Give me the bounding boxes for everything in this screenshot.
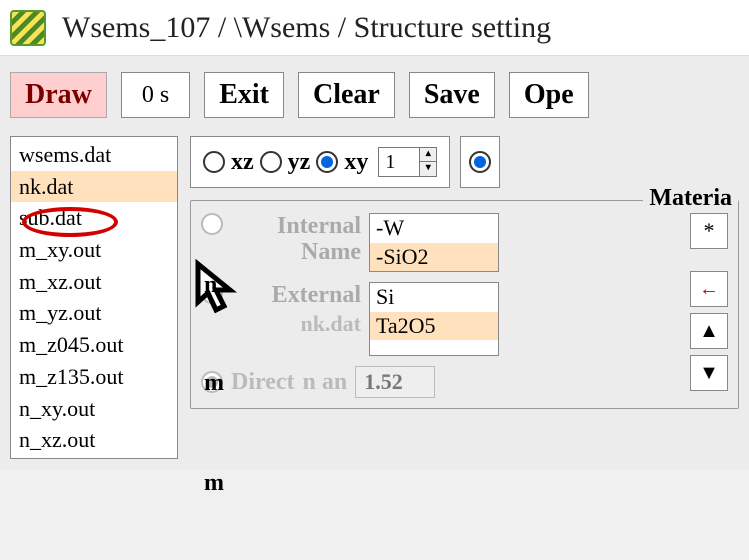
titlebar: Wsems_107 / \Wsems / Structure setting	[0, 0, 749, 56]
nkdat-label: nk.dat	[231, 311, 361, 337]
radio-internal[interactable]	[201, 213, 223, 235]
label-yz: yz	[288, 149, 311, 176]
side-char: n	[204, 272, 217, 299]
internal-list[interactable]: -W -SiO2	[369, 213, 499, 272]
layer-spinner[interactable]: ▴ ▾	[378, 147, 437, 177]
plane-selector: xz yz xy ▴ ▾	[190, 136, 450, 188]
material-groupbox: Materia Internal Name -W -SiO2	[190, 200, 739, 409]
radio-yz[interactable]	[260, 151, 282, 173]
radio-secondary[interactable]	[469, 151, 491, 173]
arrow-down-icon[interactable]: ▼	[690, 355, 728, 391]
file-item[interactable]: m_xz.out	[11, 266, 177, 298]
clear-button[interactable]: Clear	[298, 72, 395, 118]
file-item[interactable]: n_xy.out	[11, 393, 177, 425]
list-item[interactable]: Ta2O5	[370, 312, 498, 341]
list-item[interactable]: Si	[370, 283, 498, 312]
content-area: Draw 0 s Exit Clear Save Ope wsems.dat n…	[0, 56, 749, 469]
material-buttons: * ← ▲ ▼	[690, 213, 728, 398]
external-label: External	[231, 282, 361, 308]
internal-label: Internal Name	[231, 213, 361, 266]
label-xy: xy	[344, 149, 368, 176]
secondary-radio-box	[460, 136, 500, 188]
list-item[interactable]: -SiO2	[370, 243, 498, 272]
draw-button[interactable]: Draw	[10, 72, 107, 118]
star-button[interactable]: *	[690, 213, 728, 249]
radio-xy[interactable]	[316, 151, 338, 173]
file-item[interactable]: sub.dat	[11, 202, 177, 234]
file-item[interactable]: m_z135.out	[11, 361, 177, 393]
app-icon	[10, 10, 46, 46]
file-item[interactable]: nk.dat	[11, 171, 177, 203]
file-item[interactable]: m_yz.out	[11, 297, 177, 329]
time-display[interactable]: 0 s	[121, 72, 190, 118]
layer-input[interactable]	[379, 148, 419, 176]
label-xz: xz	[231, 149, 254, 176]
side-char: m	[204, 470, 224, 497]
toolbar: Draw 0 s Exit Clear Save Ope	[10, 72, 739, 118]
open-button[interactable]: Ope	[509, 72, 589, 118]
exit-button[interactable]: Exit	[204, 72, 284, 118]
file-item[interactable]: wsems.dat	[11, 139, 177, 171]
direct-label: Direct	[231, 369, 295, 396]
spinner-down-icon[interactable]: ▾	[420, 162, 436, 176]
side-char: m	[204, 370, 224, 397]
radio-xz[interactable]	[203, 151, 225, 173]
external-list[interactable]: Si Ta2O5	[369, 282, 499, 356]
n-label: n an	[303, 369, 348, 396]
file-item[interactable]: m_xy.out	[11, 234, 177, 266]
arrow-left-icon[interactable]: ←	[690, 271, 728, 307]
file-item[interactable]: m_z045.out	[11, 329, 177, 361]
file-list[interactable]: wsems.dat nk.dat sub.dat m_xy.out m_xz.o…	[10, 136, 178, 459]
window-title: Wsems_107 / \Wsems / Structure setting	[62, 11, 551, 45]
n-value-field[interactable]: 1.52	[355, 366, 435, 398]
arrow-up-icon[interactable]: ▲	[690, 313, 728, 349]
save-button[interactable]: Save	[409, 72, 495, 118]
file-item[interactable]: n_xz.out	[11, 424, 177, 456]
spinner-up-icon[interactable]: ▴	[420, 148, 436, 162]
list-item[interactable]: -W	[370, 214, 498, 243]
material-legend: Materia	[643, 185, 738, 212]
